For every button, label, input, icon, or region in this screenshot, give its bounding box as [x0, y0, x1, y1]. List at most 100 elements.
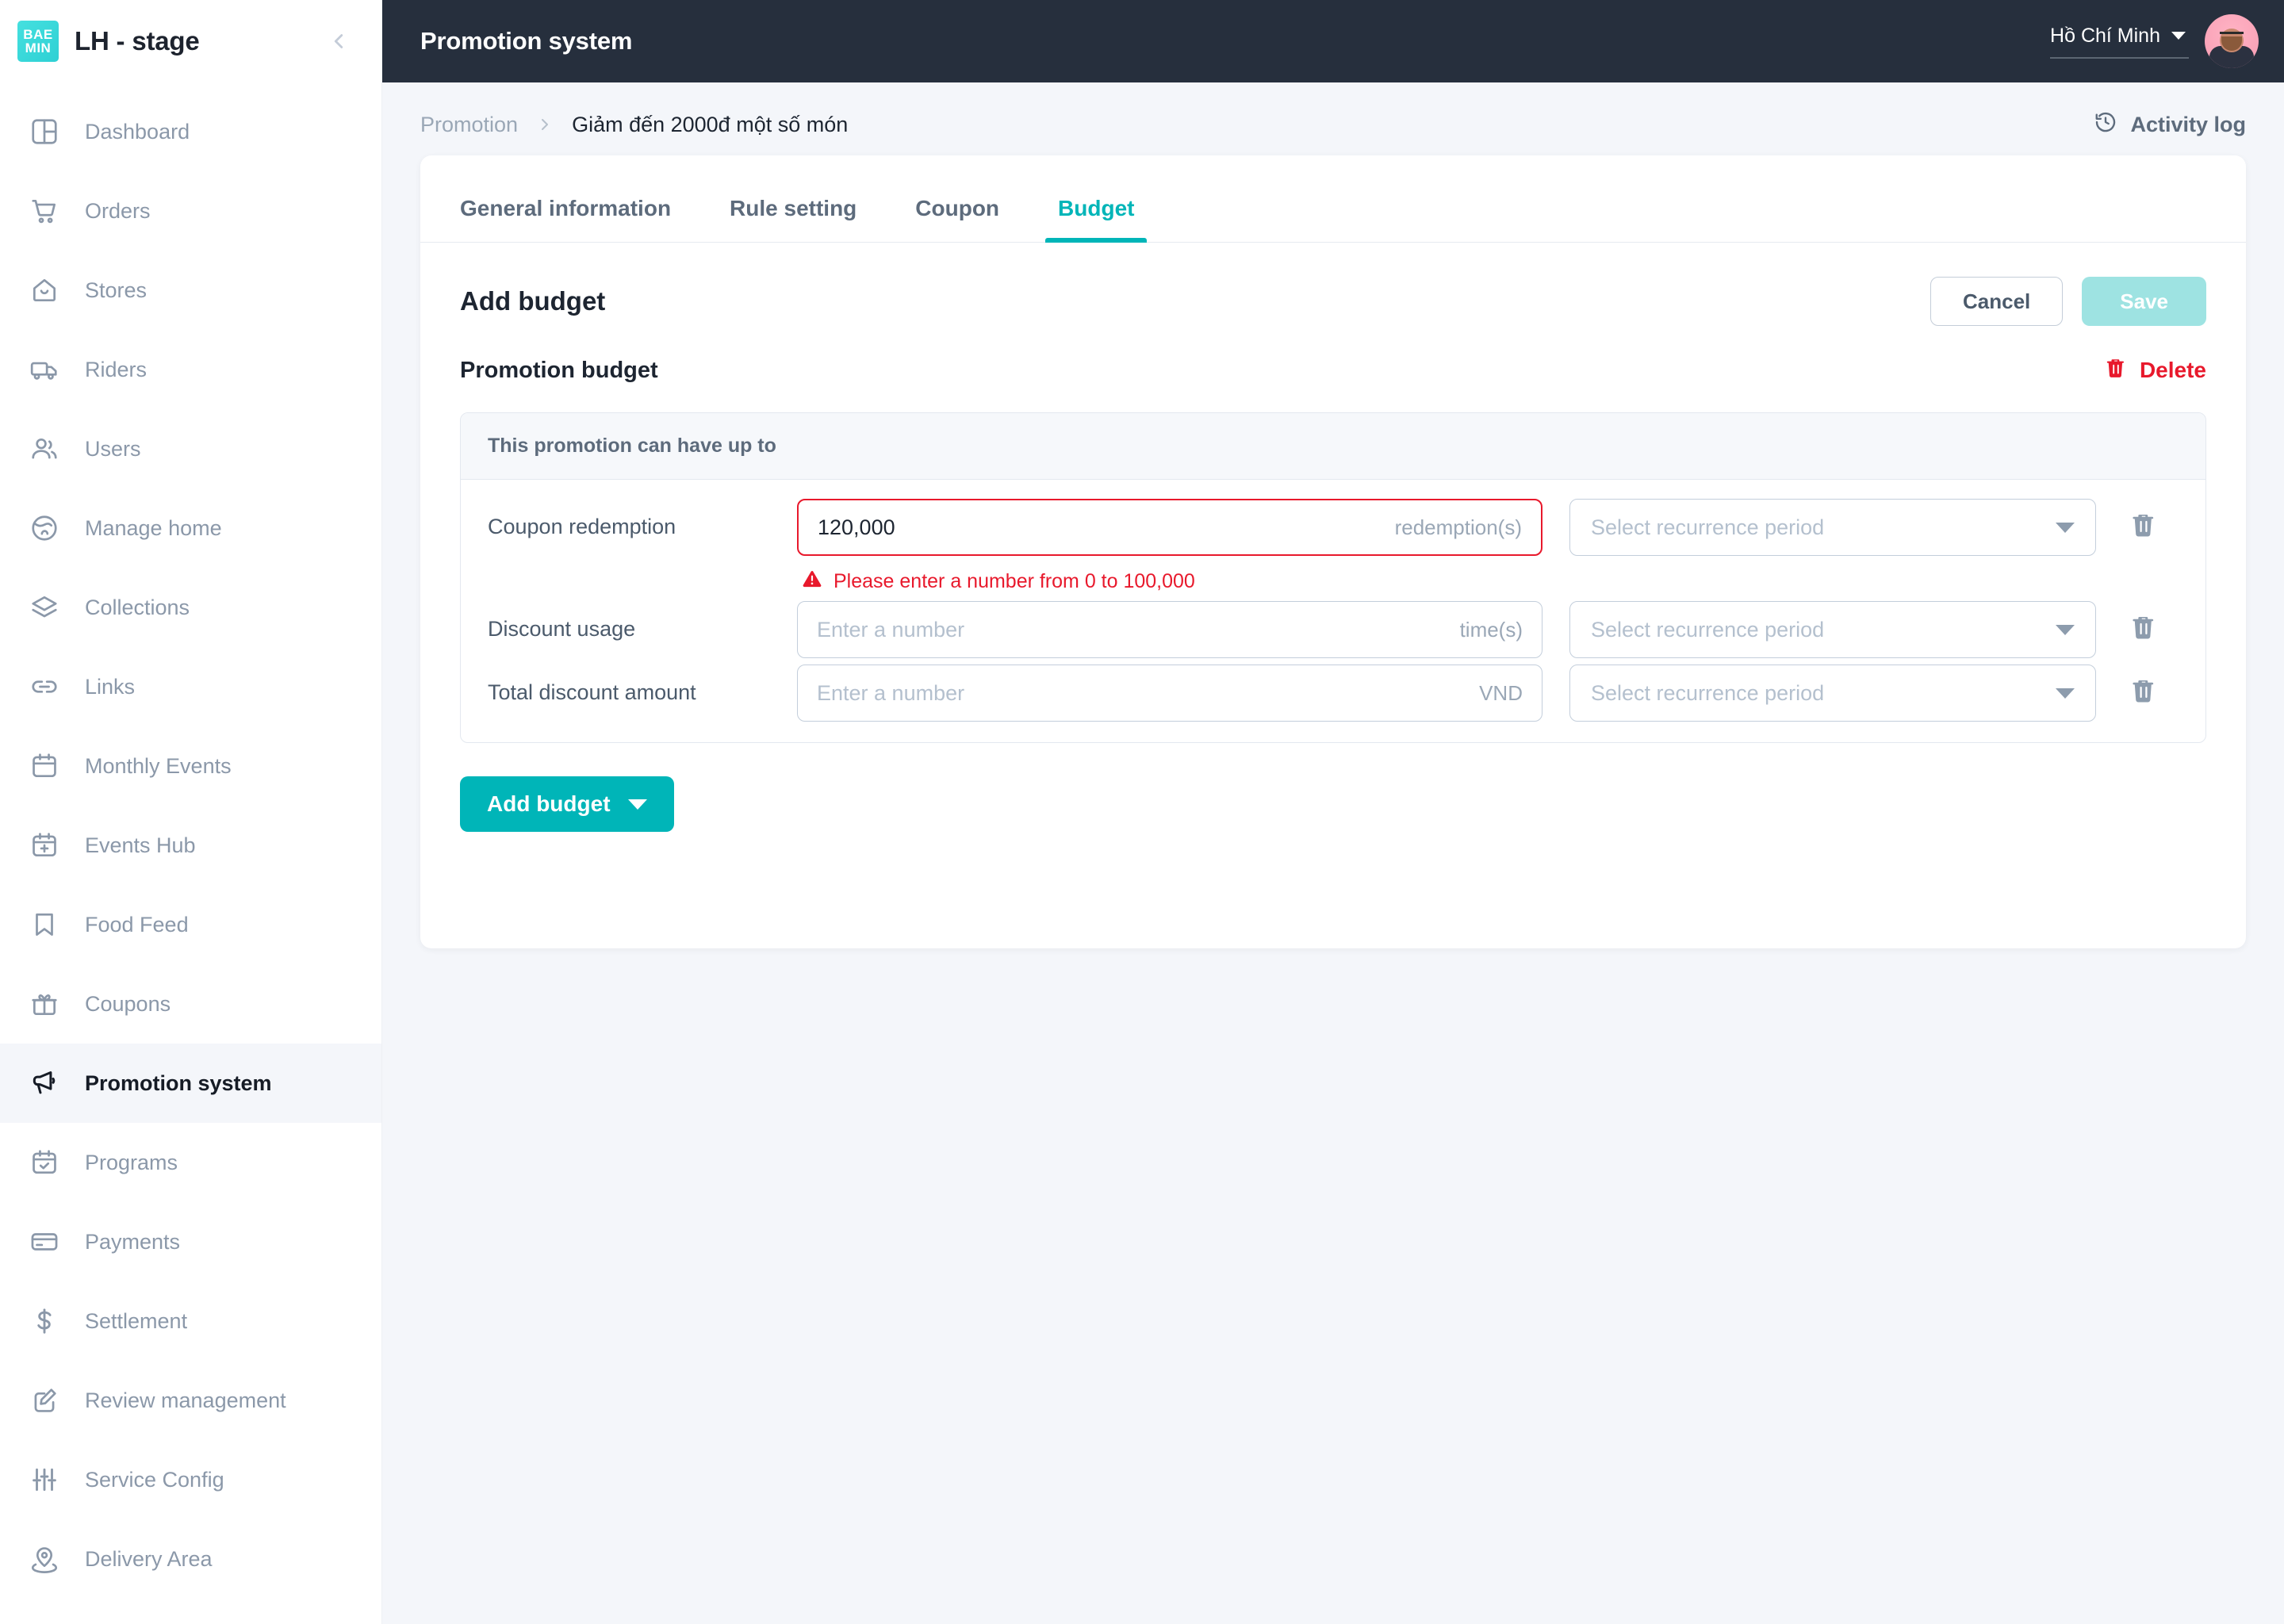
delete-button[interactable]: Delete: [2105, 357, 2206, 385]
sidebar-item-label: Delivery Area: [85, 1546, 213, 1571]
chevron-right-icon: [535, 115, 554, 134]
tab-general-information[interactable]: General information: [447, 196, 684, 242]
cart-icon: [24, 190, 65, 232]
sidebar-item-events-hub[interactable]: Events Hub: [0, 806, 381, 885]
sidebar-item-review-management[interactable]: Review management: [0, 1361, 381, 1440]
sidebar-item-riders[interactable]: Riders: [0, 330, 381, 409]
sidebar-item-links[interactable]: Links: [0, 647, 381, 726]
sidebar-item-label: Food Feed: [85, 912, 189, 936]
sidebar: BAE MIN LH - stage Dashboard Orders Stor…: [0, 0, 382, 1624]
tab-bar: General information Rule setting Coupon …: [420, 155, 2246, 243]
total-discount-amount-input-wrap[interactable]: VND: [797, 665, 1542, 722]
city-selector[interactable]: Hồ Chí Minh: [2050, 25, 2189, 59]
sidebar-item-settlement[interactable]: Settlement: [0, 1281, 381, 1361]
budget-body: Add budget Cancel Save Promotion budget: [420, 243, 2246, 948]
save-button[interactable]: Save: [2082, 277, 2206, 326]
sidebar-item-stores[interactable]: Stores: [0, 251, 381, 330]
sidebar-item-label: Service Config: [85, 1467, 224, 1492]
store-icon: [24, 270, 65, 311]
megaphone-icon: [24, 1063, 65, 1104]
calendar-plus-icon: [24, 825, 65, 866]
warning-icon: [802, 569, 822, 595]
recurrence-select-1[interactable]: Select recurrence period: [1569, 499, 2096, 556]
sidebar-item-label: Coupons: [85, 991, 171, 1016]
sidebar-item-service-config[interactable]: Service Config: [0, 1440, 381, 1519]
total-discount-amount-input[interactable]: [817, 680, 1469, 706]
sidebar-item-label: Users: [85, 436, 141, 461]
map-pin-icon: [24, 1538, 65, 1580]
cancel-button[interactable]: Cancel: [1930, 277, 2064, 326]
sidebar-item-label: Monthly Events: [85, 753, 232, 778]
trash-icon[interactable]: [2130, 677, 2157, 708]
truck-icon: [24, 349, 65, 390]
globe-icon: [24, 508, 65, 549]
sidebar-item-manage-home[interactable]: Manage home: [0, 488, 381, 568]
breadcrumb: Promotion Giảm đến 2000đ một số món Acti…: [420, 82, 2246, 155]
tab-coupon[interactable]: Coupon: [902, 196, 1012, 242]
chevron-left-icon[interactable]: [324, 27, 353, 56]
sidebar-item-label: Dashboard: [85, 119, 190, 144]
recurrence-select-3[interactable]: Select recurrence period: [1569, 665, 2096, 722]
sidebar-item-collections[interactable]: Collections: [0, 568, 381, 647]
city-label: Hồ Chí Minh: [2050, 24, 2160, 47]
coupon-redemption-input[interactable]: [818, 515, 1384, 540]
budget-table-header: This promotion can have up to: [461, 413, 2205, 480]
row-delete-cell: [2096, 601, 2191, 645]
table-row: Discount usage time(s) Select r: [488, 601, 2179, 658]
sidebar-item-label: Riders: [85, 357, 148, 381]
recurrence-select-2[interactable]: Select recurrence period: [1569, 601, 2096, 658]
trash-icon: [2105, 357, 2127, 385]
breadcrumb-current: Giảm đến 2000đ một số món: [572, 112, 849, 136]
row-delete-cell: [2096, 499, 2191, 542]
sidebar-item-delivery-area[interactable]: Delivery Area: [0, 1519, 381, 1599]
sidebar-item-food-feed[interactable]: Food Feed: [0, 885, 381, 964]
sidebar-item-label: Payments: [85, 1229, 181, 1254]
trash-icon[interactable]: [2130, 511, 2157, 542]
table-row: Coupon redemption redemption(s): [488, 499, 2179, 595]
avatar-glasses: [2220, 32, 2244, 37]
sidebar-nav: Dashboard Orders Stores Riders Users Man…: [0, 82, 381, 1624]
sidebar-item-label: Programs: [85, 1150, 178, 1174]
row-recurrence: Select recurrence period: [1569, 601, 2096, 658]
delete-label: Delete: [2139, 358, 2206, 382]
discount-usage-input[interactable]: [817, 617, 1449, 642]
sidebar-item-programs[interactable]: Programs: [0, 1123, 381, 1202]
discount-usage-input-wrap[interactable]: time(s): [797, 601, 1542, 658]
breadcrumb-parent[interactable]: Promotion: [420, 113, 518, 137]
row-label: Discount usage: [488, 617, 636, 641]
sidebar-item-payments[interactable]: Payments: [0, 1202, 381, 1281]
row-label: Coupon redemption: [488, 515, 676, 538]
recurrence-placeholder: Select recurrence period: [1591, 680, 1825, 705]
chevron-down-icon: [2056, 522, 2075, 533]
add-budget-button[interactable]: Add budget: [460, 776, 674, 832]
coupon-redemption-error: Please enter a number from 0 to 100,000: [797, 569, 1542, 595]
calendar-icon: [24, 745, 65, 787]
sidebar-item-dashboard[interactable]: Dashboard: [0, 92, 381, 171]
topbar: Promotion system Hồ Chí Minh: [382, 0, 2284, 82]
activity-log-button[interactable]: Activity log: [2094, 110, 2246, 140]
dollar-icon: [24, 1300, 65, 1342]
sidebar-item-promotion-system[interactable]: Promotion system: [0, 1044, 381, 1123]
coupon-redemption-input-wrap[interactable]: redemption(s): [797, 499, 1542, 556]
trash-icon[interactable]: [2130, 614, 2157, 645]
dashboard-icon: [24, 111, 65, 152]
clock-history-icon: [2094, 110, 2117, 140]
avatar[interactable]: [2205, 14, 2259, 68]
sidebar-item-monthly-events[interactable]: Monthly Events: [0, 726, 381, 806]
tab-budget[interactable]: Budget: [1045, 196, 1148, 243]
recurrence-placeholder: Select recurrence period: [1591, 515, 1825, 539]
sidebar-item-label: Events Hub: [85, 833, 196, 857]
sidebar-item-orders[interactable]: Orders: [0, 171, 381, 251]
promotion-budget-label: Promotion budget: [460, 357, 658, 383]
workspace-title: LH - stage: [75, 26, 200, 56]
chevron-down-icon: [2171, 32, 2186, 40]
row-unit: time(s): [1459, 617, 1523, 642]
brand-header: BAE MIN LH - stage: [0, 0, 381, 82]
sidebar-item-users[interactable]: Users: [0, 409, 381, 488]
header-actions: Cancel Save: [1930, 277, 2206, 326]
sidebar-item-coupons[interactable]: Coupons: [0, 964, 381, 1044]
calendar-check-icon: [24, 1142, 65, 1183]
row-field: VND: [797, 665, 1542, 722]
tab-rule-setting[interactable]: Rule setting: [717, 196, 869, 242]
sidebar-item-label: Collections: [85, 595, 190, 619]
